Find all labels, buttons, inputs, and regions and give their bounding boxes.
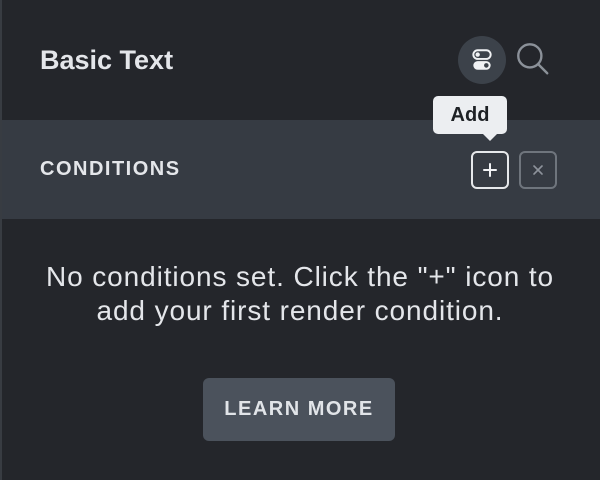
add-tooltip: Add bbox=[433, 96, 507, 141]
empty-state-message: No conditions set. Click the "+" icon to… bbox=[0, 260, 600, 328]
toggle-icon bbox=[472, 49, 492, 70]
close-icon bbox=[533, 165, 543, 175]
empty-state: No conditions set. Click the "+" icon to… bbox=[0, 219, 600, 480]
conditions-heading: CONDITIONS bbox=[40, 158, 181, 180]
panel-border bbox=[0, 0, 2, 480]
close-conditions-button[interactable] bbox=[519, 151, 557, 189]
element-panel: Basic Text CONDITIONS Add No conditions … bbox=[0, 0, 600, 480]
tooltip-label: Add bbox=[450, 104, 490, 126]
tooltip-arrow bbox=[482, 133, 498, 141]
panel-header: Basic Text bbox=[0, 0, 600, 120]
empty-state-line: add your first render condition. bbox=[96, 295, 504, 326]
panel-title: Basic Text bbox=[40, 45, 174, 75]
plus-icon bbox=[483, 163, 497, 177]
search-icon bbox=[517, 43, 549, 75]
learn-more-button[interactable]: LEARN MORE bbox=[203, 378, 395, 441]
empty-state-line: No conditions set. Click the "+" icon to bbox=[46, 261, 554, 292]
conditions-bar: CONDITIONS bbox=[0, 120, 600, 219]
add-condition-button[interactable] bbox=[471, 151, 509, 189]
search-button[interactable] bbox=[514, 40, 552, 78]
conditions-toggle-button[interactable] bbox=[458, 36, 506, 84]
